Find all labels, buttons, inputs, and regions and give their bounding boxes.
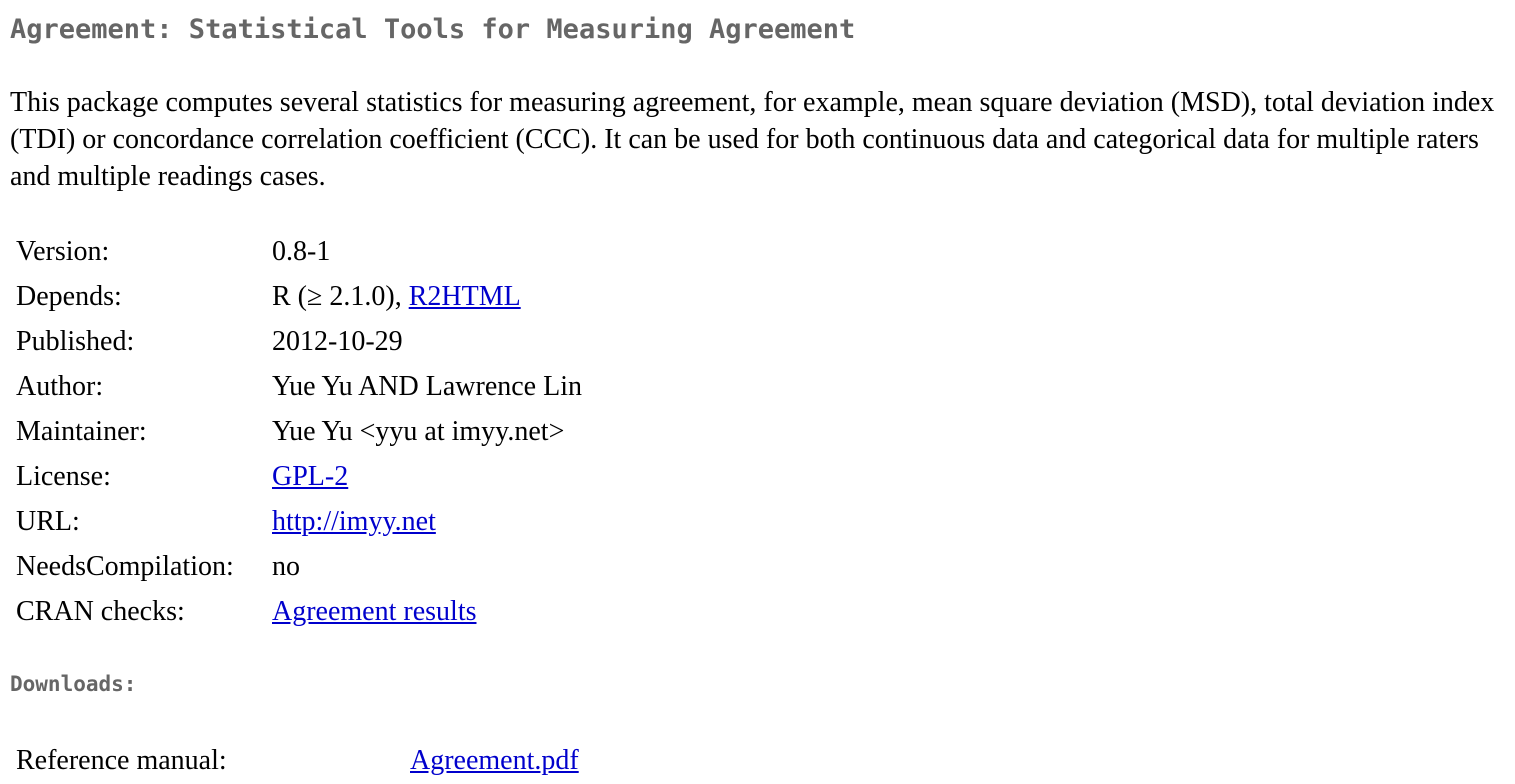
reference-manual-value: Agreement.pdf [407,738,582,783]
cran-checks-link[interactable]: Agreement results [272,596,477,627]
license-gpl2-link[interactable]: GPL-2 [272,461,348,492]
meta-row-depends: Depends: R (≥ 2.1.0), R2HTML [13,274,585,319]
downloads-heading: Downloads: [10,672,137,696]
meta-row-published: Published: 2012-10-29 [13,319,585,364]
depends-value: R (≥ 2.1.0), R2HTML [269,274,585,319]
reference-manual-pdf-link[interactable]: Agreement.pdf [410,745,579,776]
needs-compilation-label: NeedsCompilation: [16,550,234,582]
cran-checks-label: CRAN checks: [16,595,185,627]
depends-r-version: R (≥ 2.1.0), [272,280,409,312]
url-value: http://imyy.net [269,499,585,544]
depends-r2html-link[interactable]: R2HTML [409,281,521,312]
version-label: Version: [16,235,110,267]
page-title: Agreement: Statistical Tools for Measuri… [10,14,856,45]
published-value: 2012-10-29 [272,325,403,357]
meta-row-author: Author: Yue Yu AND Lawrence Lin [13,364,585,409]
reference-manual-label: Reference manual: [16,744,227,776]
meta-row-url: URL: http://imyy.net [13,499,585,544]
downloads-row-reference-manual: Reference manual: Agreement.pdf [13,738,582,783]
author-value: Yue Yu AND Lawrence Lin [272,370,582,402]
maintainer-label: Maintainer: [16,415,147,447]
version-value: 0.8-1 [272,235,331,267]
meta-row-version: Version: 0.8-1 [13,229,585,274]
depends-label: Depends: [16,280,122,312]
license-value: GPL-2 [269,454,585,499]
meta-row-cran-checks: CRAN checks: Agreement results [13,589,585,634]
meta-row-license: License: GPL-2 [13,454,585,499]
published-label: Published: [16,325,135,357]
author-label: Author: [16,370,104,402]
package-metadata-table: Version: 0.8-1 Depends: R (≥ 2.1.0), R2H… [13,229,585,634]
meta-row-needs-compilation: NeedsCompilation: no [13,544,585,589]
maintainer-value: Yue Yu <yyu at imyy.net> [272,415,565,447]
license-label: License: [16,460,111,492]
downloads-table: Reference manual: Agreement.pdf [13,738,582,783]
needs-compilation-value: no [272,550,300,582]
package-description: This package computes several statistics… [10,87,1495,192]
url-label: URL: [16,505,80,537]
cran-checks-value: Agreement results [269,589,585,634]
meta-row-maintainer: Maintainer: Yue Yu <yyu at imyy.net> [13,409,585,454]
homepage-link[interactable]: http://imyy.net [272,506,436,537]
